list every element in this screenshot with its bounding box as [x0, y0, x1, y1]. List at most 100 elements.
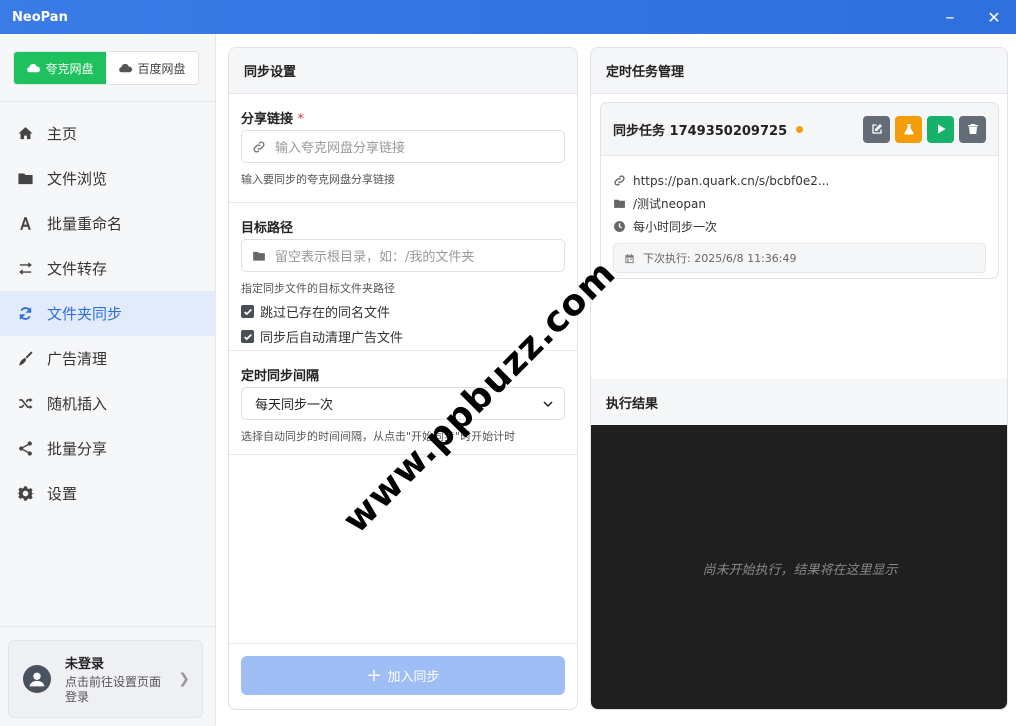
app-title: NeoPan	[12, 9, 68, 25]
user-info: 未登录 点击前往设置页面登录	[65, 653, 178, 705]
sync-settings-title: 同步设置	[229, 48, 577, 94]
share-link-label: 分享链接 *	[241, 108, 565, 127]
link-icon	[614, 175, 625, 186]
skip-existing-label: 跳过已存在的同名文件	[260, 306, 391, 321]
share-link-input[interactable]: 输入夸克网盘分享链接	[241, 130, 565, 163]
user-avatar-icon	[23, 665, 51, 693]
cloud-icon	[27, 63, 41, 72]
execution-result-empty: 尚未开始执行，结果将在这里显示	[702, 562, 898, 578]
chevron-down-icon	[543, 400, 553, 407]
sidebar-item-label: 设置	[47, 485, 78, 503]
user-login-hint: 点击前往设置页面登录	[65, 675, 162, 704]
edit-icon	[871, 124, 882, 134]
interval-label: 定时同步间隔	[241, 369, 320, 384]
sidebar-item-file-browser[interactable]: 文件浏览	[0, 156, 216, 201]
auto-clean-ads-checkbox[interactable]: 同步后自动清理广告文件	[241, 327, 565, 346]
folder-icon	[614, 199, 625, 208]
sidebar-item-label: 文件夹同步	[47, 305, 123, 323]
play-icon	[937, 124, 945, 134]
interval-select[interactable]: 每天同步一次	[241, 387, 565, 420]
sidebar-item-label: 批量分享	[47, 440, 108, 458]
sidebar-item-label: 广告清理	[47, 350, 108, 368]
test-task-button[interactable]	[895, 115, 922, 143]
sidebar-item-file-transfer[interactable]: 文件转存	[0, 246, 216, 291]
checkbox-checked-icon	[241, 305, 254, 318]
scheduled-tasks-panel: 定时任务管理 同步任务 1749350209725 https://pan.qu…	[590, 47, 1008, 710]
shuffle-icon	[16, 395, 34, 413]
share-link-label-text: 分享链接	[241, 112, 294, 127]
add-sync-button[interactable]: + 加入同步	[241, 656, 565, 695]
sidebar-item-folder-sync[interactable]: 文件夹同步	[0, 291, 216, 336]
task-next-run: 下次执行: 2025/6/8 11:36:49	[613, 243, 986, 273]
task-body: https://pan.quark.cn/s/bcbf0e2... /测试neo…	[601, 156, 998, 273]
sidebar-item-label: 主页	[47, 125, 78, 143]
task-path: /测试neopan	[633, 197, 706, 211]
sidebar-item-batch-share[interactable]: 批量分享	[0, 426, 216, 471]
baidu-drive-label: 百度网盘	[137, 61, 186, 76]
task-name: 同步任务 1749350209725	[613, 123, 788, 139]
target-path-section: 目标路径 留空表示根目录，如：/我的文件夹 指定同步文件的目标文件夹路径 跳过已…	[229, 203, 577, 351]
sidebar-item-label: 文件转存	[47, 260, 108, 278]
exchange-icon	[16, 260, 34, 278]
title-bar: NeoPan – ✕	[0, 0, 1016, 34]
target-path-input[interactable]: 留空表示根目录，如：/我的文件夹	[241, 239, 565, 272]
font-icon	[16, 215, 34, 233]
task-status-dot	[796, 125, 804, 133]
quark-drive-label: 夸克网盘	[45, 61, 94, 76]
task-card: 同步任务 1749350209725 https://pan.quark.cn/…	[600, 102, 999, 279]
sidebar-divider	[0, 626, 216, 627]
share-icon	[16, 440, 34, 458]
execution-result-title: 执行结果	[591, 379, 1007, 425]
add-sync-label: 加入同步	[387, 670, 440, 685]
share-link-placeholder: 输入夸克网盘分享链接	[275, 141, 406, 156]
cloud-icon	[119, 63, 133, 72]
task-link-row: https://pan.quark.cn/s/bcbf0e2...	[613, 169, 986, 192]
chevron-right-icon: ❯	[178, 671, 190, 687]
user-card[interactable]: 未登录 点击前往设置页面登录 ❯	[8, 640, 203, 718]
gear-icon	[16, 485, 34, 503]
task-actions	[863, 115, 986, 143]
scheduled-tasks-title: 定时任务管理	[591, 48, 1007, 94]
interval-section: 定时同步间隔 每天同步一次 选择自动同步的时间间隔，从点击"开始同步"时开始计时	[229, 351, 577, 455]
quark-drive-button[interactable]: 夸克网盘	[14, 52, 106, 84]
minimize-button[interactable]: –	[928, 0, 972, 34]
clock-icon	[614, 221, 625, 232]
flask-icon	[903, 124, 914, 135]
share-link-section: 分享链接 * 输入夸克网盘分享链接 输入要同步的夸克网盘分享链接	[229, 94, 577, 203]
delete-task-button[interactable]	[959, 115, 986, 143]
broom-icon	[16, 350, 34, 368]
task-schedule: 每小时同步一次	[633, 220, 718, 234]
sidebar-item-label: 随机插入	[47, 395, 108, 413]
folder-icon	[253, 251, 265, 261]
interval-help: 选择自动同步的时间间隔，从点击"开始同步"时开始计时	[241, 430, 516, 443]
sidebar-item-label: 批量重命名	[47, 215, 123, 233]
sidebar-item-home[interactable]: 主页	[0, 111, 216, 156]
sidebar-item-label: 文件浏览	[47, 170, 108, 188]
sidebar-item-random-insert[interactable]: 随机插入	[0, 381, 216, 426]
trash-icon	[967, 124, 978, 134]
skip-existing-checkbox[interactable]: 跳过已存在的同名文件	[241, 302, 565, 321]
share-link-help: 输入要同步的夸克网盘分享链接	[241, 173, 395, 186]
task-link: https://pan.quark.cn/s/bcbf0e2...	[633, 173, 830, 188]
sync-footer: + 加入同步	[229, 643, 577, 709]
sidebar-nav: 主页 文件浏览 批量重命名 文件转存 文件夹同步 广告清理 随机插入 批量分享	[0, 111, 216, 516]
plus-icon: +	[366, 664, 382, 686]
required-mark: *	[297, 112, 305, 127]
link-icon	[253, 141, 265, 152]
target-path-placeholder: 留空表示根目录，如：/我的文件夹	[275, 250, 475, 265]
sidebar-item-batch-rename[interactable]: 批量重命名	[0, 201, 216, 246]
sidebar-item-settings[interactable]: 设置	[0, 471, 216, 516]
calendar-icon	[625, 253, 634, 263]
sidebar-divider	[0, 101, 216, 102]
sync-settings-panel: 同步设置 分享链接 * 输入夸克网盘分享链接 输入要同步的夸克网盘分享链接 目标…	[228, 47, 578, 710]
sidebar-item-ad-cleanup[interactable]: 广告清理	[0, 336, 216, 381]
sidebar: 夸克网盘 百度网盘 主页 文件浏览 批量重命名 文件转存 文件夹同步 广告清理 …	[0, 34, 216, 726]
run-task-button[interactable]	[927, 115, 954, 143]
interval-selected-value: 每天同步一次	[255, 398, 334, 413]
baidu-drive-button[interactable]: 百度网盘	[106, 52, 198, 84]
edit-task-button[interactable]	[863, 115, 890, 143]
sync-icon	[16, 305, 34, 323]
auto-clean-ads-label: 同步后自动清理广告文件	[260, 331, 404, 346]
close-button[interactable]: ✕	[972, 0, 1016, 34]
task-next-run-text: 下次执行: 2025/6/8 11:36:49	[643, 252, 797, 265]
